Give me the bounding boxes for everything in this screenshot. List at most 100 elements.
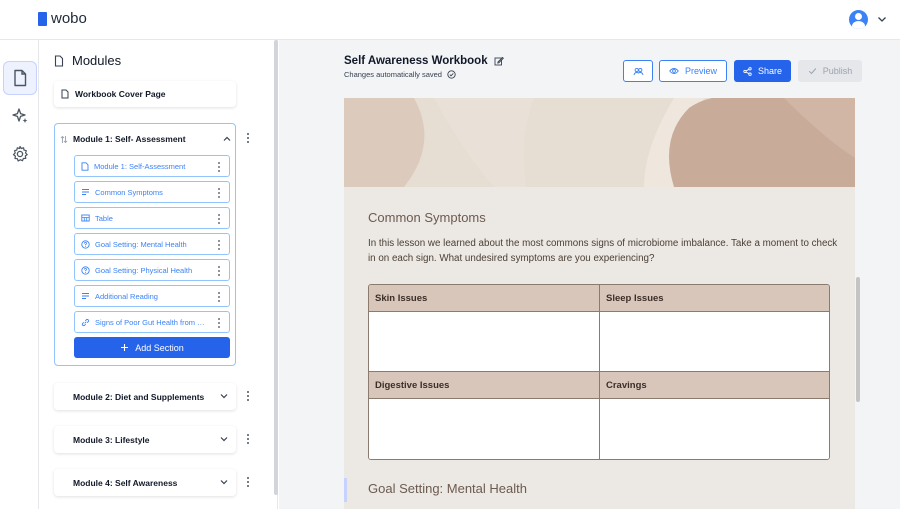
section-menu-icon[interactable]	[216, 291, 222, 303]
section-label: Additional Reading	[95, 291, 158, 301]
gear-icon	[12, 145, 28, 162]
check-icon	[808, 68, 816, 75]
module-3-menu-icon[interactable]	[245, 433, 251, 445]
cover-page-item[interactable]: Workbook Cover Page	[54, 81, 236, 107]
user-avatar[interactable]	[849, 10, 868, 29]
module-1-title: Module 1: Self- Assessment	[73, 134, 186, 144]
app-logo[interactable]: wobo	[38, 10, 87, 27]
chevron-down-icon[interactable]	[876, 13, 888, 25]
share-button[interactable]: Share	[734, 60, 791, 82]
save-status: Changes automatically saved	[344, 70, 456, 79]
section-label: Table	[95, 213, 113, 223]
preview-button[interactable]: Preview	[659, 60, 727, 82]
table-cell[interactable]	[369, 399, 599, 459]
table-header: Digestive Issues	[369, 372, 599, 399]
module-1-header[interactable]: Module 1: Self- Assessment	[60, 133, 232, 145]
table-cell[interactable]	[369, 312, 599, 372]
rail-modules-button[interactable]	[3, 61, 37, 95]
section-item[interactable]: Common Symptoms	[74, 181, 230, 203]
chevron-down-icon[interactable]	[219, 434, 229, 444]
next-section-title: Goal Setting: Mental Health	[368, 481, 527, 496]
text-lines-icon	[82, 293, 89, 299]
publish-button[interactable]: Publish	[798, 60, 862, 82]
question-icon	[81, 265, 90, 275]
lesson-text: In this lesson we learned about the most…	[368, 238, 838, 264]
banner-shapes	[344, 98, 855, 187]
page-icon	[54, 54, 64, 67]
section-item[interactable]: Goal Setting: Mental Health	[74, 233, 230, 255]
save-status-text: Changes automatically saved	[344, 70, 442, 79]
share-label: Share	[757, 66, 783, 76]
module-2-title: Module 2: Diet and Supplements	[73, 391, 205, 402]
table-header: Skin Issues	[369, 285, 599, 312]
text-lines-icon	[82, 189, 89, 195]
table-cell[interactable]	[599, 399, 829, 459]
add-section-label: Add Section	[135, 342, 184, 353]
check-circle-icon	[447, 70, 456, 79]
collaborators-button[interactable]	[623, 60, 653, 82]
modules-scrollbar[interactable]	[274, 40, 278, 495]
rail-ai-button[interactable]	[3, 99, 37, 133]
table-cell[interactable]	[599, 312, 829, 372]
chevron-down-icon[interactable]	[219, 477, 229, 487]
sort-arrows-icon[interactable]	[60, 135, 68, 144]
page-icon	[61, 89, 69, 99]
section-label: Common Symptoms	[95, 187, 163, 197]
section-label: Signs of Poor Gut Health from a ...	[95, 317, 207, 327]
modules-panel: Modules Workbook Cover Page Module 1: Se…	[40, 40, 278, 509]
editor-scrollbar[interactable]	[856, 277, 860, 402]
section-item[interactable]: Additional Reading	[74, 285, 230, 307]
section-label: Goal Setting: Physical Health	[95, 265, 193, 275]
module-3-card[interactable]: Module 3: Lifestyle	[54, 426, 236, 453]
symptoms-table: Skin Issues Sleep Issues Digestive Issue…	[368, 284, 830, 460]
section-menu-icon[interactable]	[216, 265, 222, 277]
section-label: Module 1: Self-Assessment	[94, 161, 186, 171]
module-1-menu-icon[interactable]	[245, 132, 251, 144]
logo-mark-icon	[38, 11, 47, 26]
module-1-card[interactable]: Module 1: Self- Assessment Module 1: Sel…	[54, 123, 236, 366]
modules-title: Modules	[72, 53, 122, 68]
share-icon	[743, 66, 752, 76]
module-4-menu-icon[interactable]	[245, 476, 251, 488]
document-icon	[14, 69, 27, 87]
section-item[interactable]: Goal Setting: Physical Health	[74, 259, 230, 281]
edit-icon[interactable]	[494, 56, 504, 66]
section-item[interactable]: Signs of Poor Gut Health from a ...	[74, 311, 230, 333]
question-icon	[81, 239, 90, 249]
section-menu-icon[interactable]	[216, 239, 222, 251]
table-icon	[81, 214, 90, 222]
modules-header: Modules	[54, 53, 121, 68]
workbook-page: Common Symptoms In this lesson we learne…	[344, 98, 855, 509]
left-rail	[0, 40, 39, 509]
module-4-title: Module 4: Self Awareness	[73, 477, 178, 488]
eye-icon	[669, 68, 679, 74]
logo-text: wobo	[51, 10, 87, 27]
page-icon	[81, 161, 89, 171]
plus-icon	[121, 344, 129, 351]
top-bar: wobo	[0, 0, 900, 40]
section-menu-icon[interactable]	[216, 317, 222, 329]
cover-page-label: Workbook Cover Page	[75, 89, 166, 99]
section-item[interactable]: Table	[74, 207, 230, 229]
section-menu-icon[interactable]	[216, 161, 222, 173]
link-icon	[81, 318, 90, 326]
doc-title[interactable]: Self Awareness Workbook	[344, 55, 488, 67]
module-4-card[interactable]: Module 4: Self Awareness	[54, 469, 236, 496]
section-item[interactable]: Module 1: Self-Assessment	[74, 155, 230, 177]
module-2-card[interactable]: Module 2: Diet and Supplements	[54, 383, 236, 410]
chevron-down-icon[interactable]	[219, 391, 229, 401]
section-menu-icon[interactable]	[216, 187, 222, 199]
table-header: Cravings	[599, 372, 829, 399]
chevron-up-icon[interactable]	[222, 134, 232, 144]
lesson-title: Common Symptoms	[368, 210, 486, 225]
sparkle-icon	[12, 108, 28, 123]
publish-label: Publish	[822, 66, 853, 76]
preview-label: Preview	[684, 66, 717, 76]
section-menu-icon[interactable]	[216, 213, 222, 225]
rail-settings-button[interactable]	[3, 137, 37, 171]
table-header: Sleep Issues	[599, 285, 829, 312]
module-2-menu-icon[interactable]	[245, 390, 251, 402]
section-indicator	[344, 478, 347, 502]
section-label: Goal Setting: Mental Health	[95, 239, 187, 249]
add-section-button[interactable]: Add Section	[74, 337, 230, 358]
